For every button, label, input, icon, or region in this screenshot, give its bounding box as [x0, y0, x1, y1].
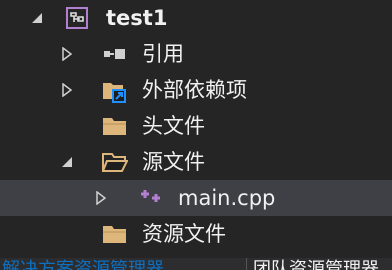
tree-row-main-cpp[interactable]: main.cpp [0, 180, 392, 216]
collapsed-arrow-icon[interactable] [58, 36, 76, 72]
source-files-label: 源文件 [142, 150, 205, 174]
collapsed-arrow-icon[interactable] [58, 72, 76, 108]
project-icon [66, 7, 88, 29]
folder-icon [102, 223, 126, 245]
project-label: test1 [106, 6, 168, 30]
bottom-tab-bar: 解决方案资源管理器 团队资源管理器 [0, 258, 392, 270]
tree-row-external-dependencies[interactable]: 外部依赖项 [0, 72, 392, 108]
expanded-arrow-icon[interactable] [58, 144, 76, 180]
references-icon [102, 43, 125, 65]
folder-icon [102, 115, 126, 137]
expanded-arrow-icon[interactable] [28, 0, 46, 36]
tree-row-resource-files[interactable]: 资源文件 [0, 216, 392, 252]
references-label: 引用 [142, 42, 184, 66]
external-dependencies-icon [102, 79, 126, 103]
tree-row-source-files[interactable]: 源文件 [0, 144, 392, 180]
tree-row-header-files[interactable]: 头文件 [0, 108, 392, 144]
header-files-label: 头文件 [142, 114, 205, 138]
folder-open-icon [102, 151, 128, 173]
tab-team-explorer[interactable]: 团队资源管理器 [246, 258, 379, 270]
tree-row-project[interactable]: test1 [0, 0, 392, 36]
external-dependencies-label: 外部依赖项 [142, 78, 247, 102]
resource-files-label: 资源文件 [142, 222, 226, 246]
tab-solution-explorer[interactable]: 解决方案资源管理器 [2, 258, 164, 270]
collapsed-arrow-icon[interactable] [92, 180, 110, 216]
main-cpp-label: main.cpp [178, 186, 276, 210]
tree-row-references[interactable]: 引用 [0, 36, 392, 72]
cpp-file-icon [138, 187, 160, 209]
